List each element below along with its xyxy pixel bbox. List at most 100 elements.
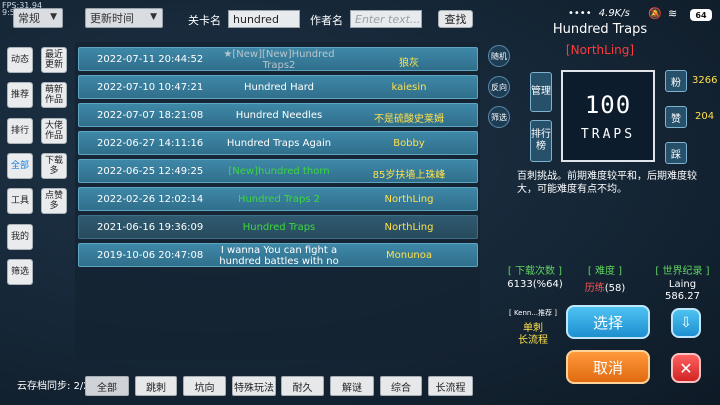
- thumbnail-number: 100: [584, 90, 632, 119]
- cloud-sync-label: 云存档同步:: [17, 381, 71, 392]
- fans-count: 3266: [692, 75, 718, 86]
- level-row[interactable]: 2019-10-06 20:47:08 I wanna You can fight…: [78, 243, 478, 267]
- level-author: Monunoa: [385, 250, 432, 261]
- cloud-sync-status: 云存档同步: 2/2: [17, 377, 90, 392]
- downloads-heading: [ 下载次数 ]: [507, 266, 563, 277]
- author-input[interactable]: Enter text...: [350, 10, 422, 28]
- level-date: 2022-07-07 18:21:08: [97, 110, 204, 121]
- level-row[interactable]: 2021-06-16 19:36:09 Hundred Traps NorthLin…: [78, 215, 478, 239]
- category-item-2[interactable]: 大佬 作品: [41, 118, 67, 144]
- tag-7[interactable]: 长流程: [428, 376, 473, 396]
- author-label: 作者名: [310, 14, 343, 27]
- battery-indicator: 64: [690, 9, 712, 21]
- sort-field-select[interactable]: 更新时间 ▼: [85, 8, 163, 28]
- level-row[interactable]: 2022-07-10 10:47:21 Hundred Hard kaiesin: [78, 75, 478, 99]
- cancel-button[interactable]: 取消: [566, 350, 650, 384]
- sidebar-item-2[interactable]: 排行: [7, 118, 33, 144]
- category-item-1[interactable]: 萌新 作品: [41, 82, 67, 108]
- download-icon[interactable]: ⇩: [671, 308, 701, 338]
- level-author: 不是硫酸史莱姆: [374, 114, 444, 125]
- downloads-value: 6133(%64): [507, 279, 563, 290]
- level-title: I wanna You can fight a hundred battles …: [219, 245, 339, 267]
- like-count: 204: [695, 111, 715, 122]
- level-date: 2022-06-27 14:11:16: [97, 138, 204, 149]
- level-author: kaiesin: [391, 82, 427, 93]
- wifi-icon: ≋: [668, 7, 678, 20]
- level-title: ★[New][New]Hundred Traps2: [223, 49, 335, 71]
- sidebar-item-4[interactable]: 工具: [7, 188, 33, 214]
- dislike-button[interactable]: 踩: [665, 142, 687, 164]
- world-record-time: 586.27: [665, 291, 700, 302]
- world-record-holder: Laing: [668, 279, 697, 290]
- tag-3[interactable]: 特殊玩法: [232, 376, 276, 396]
- level-row[interactable]: 2022-07-11 20:44:52 ★[New][New]Hundred Tr…: [78, 47, 478, 71]
- sidebar-item-1[interactable]: 推荐: [7, 82, 33, 108]
- close-icon[interactable]: ✕: [671, 353, 701, 383]
- level-date: 2021-06-16 19:36:09: [97, 222, 204, 233]
- detail-level-title: Hundred Traps: [552, 22, 648, 37]
- round-button-1[interactable]: 反向: [488, 76, 510, 98]
- sort-mode-select[interactable]: 常规 ▼: [13, 8, 63, 28]
- tag-0[interactable]: 全部: [85, 376, 129, 396]
- level-title: Hundred Traps: [242, 222, 316, 233]
- level-row[interactable]: 2022-07-07 18:21:08 Hundred Needles 不是硫酸史莱…: [78, 103, 478, 127]
- level-author: 狼灰: [399, 58, 419, 69]
- difficulty-count: (58): [604, 283, 626, 294]
- tag-5[interactable]: 解谜: [330, 376, 374, 396]
- search-button[interactable]: 查找: [438, 10, 473, 28]
- tag-1[interactable]: 跳刺: [135, 376, 177, 396]
- level-title: Hundred Traps Again: [226, 138, 332, 149]
- tag-2[interactable]: 坑向: [183, 376, 226, 396]
- level-author: NorthLing: [384, 194, 434, 205]
- level-title: [New]hundred thorn: [228, 166, 330, 177]
- level-title: Hundred Needles: [235, 110, 323, 121]
- mute-icon: 🔕: [648, 7, 662, 20]
- level-row[interactable]: 2022-02-26 12:02:14 Hundred Traps 2 NorthL…: [78, 187, 478, 211]
- level-author: NorthLing: [384, 222, 434, 233]
- like-button[interactable]: 赞: [665, 106, 687, 128]
- level-thumbnail: 100 TRAPS: [561, 70, 655, 162]
- fans-button[interactable]: 粉: [665, 70, 687, 92]
- category-item-0[interactable]: 最近 更新: [41, 47, 67, 73]
- sidebar-item-3[interactable]: 全部: [7, 153, 33, 179]
- difficulty-value: 历练(58): [580, 279, 630, 294]
- sidebar-item-0[interactable]: 动态: [7, 47, 33, 73]
- signal-dots-icon: ••••: [568, 8, 592, 19]
- category-item-3[interactable]: 下载多: [41, 153, 67, 179]
- status-bar: •••• 4.9K/s: [568, 8, 630, 19]
- category-item-4[interactable]: 点赞多: [41, 188, 67, 214]
- difficulty-name: 历练: [584, 283, 605, 294]
- chevron-down-icon: ▼: [50, 12, 57, 22]
- round-button-2[interactable]: 筛选: [488, 106, 510, 128]
- sort-mode-value: 常规: [18, 12, 40, 25]
- tag-4[interactable]: 耐久: [281, 376, 324, 396]
- level-date: 2022-06-25 12:49:25: [97, 166, 204, 177]
- chevron-down-icon: ▼: [150, 12, 157, 22]
- ranking-button[interactable]: 排行榜: [530, 120, 552, 162]
- level-row[interactable]: 2022-06-27 14:11:16 Hundred Traps Again Bo…: [78, 131, 478, 155]
- level-author: 85岁扶墙上珠峰: [372, 170, 446, 181]
- level-name-input[interactable]: hundred: [228, 10, 300, 28]
- level-row[interactable]: 2022-06-25 12:49:25 [New]hundred thorn 85岁…: [78, 159, 478, 183]
- manage-button[interactable]: 管理: [530, 72, 552, 112]
- sort-field-value: 更新时间: [90, 12, 134, 25]
- recommend-label: [ Kenn...推荐 ]: [508, 309, 557, 317]
- level-title: Hundred Hard: [243, 82, 315, 93]
- difficulty-heading: [ 难度 ]: [587, 266, 623, 277]
- level-name-label: 关卡名: [188, 14, 221, 27]
- network-speed: 4.9K/s: [598, 8, 630, 19]
- detail-author[interactable]: [NorthLing]: [520, 43, 680, 57]
- sidebar-item-6[interactable]: 筛选: [7, 259, 33, 285]
- round-button-0[interactable]: 随机: [488, 45, 510, 67]
- sidebar-item-5[interactable]: 我的: [7, 224, 33, 250]
- level-date: 2022-02-26 12:02:14: [97, 194, 204, 205]
- level-description: 百刺挑战。前期难度较平和，后期难度较大，可能难度有点不均。: [517, 171, 697, 195]
- level-date: 2022-07-11 20:44:52: [97, 54, 204, 65]
- select-button[interactable]: 选择: [566, 305, 650, 339]
- world-record-heading: [ 世界纪录 ]: [655, 266, 710, 277]
- level-date: 2019-10-06 20:47:08: [97, 250, 204, 261]
- tag-6[interactable]: 综合: [380, 376, 422, 396]
- level-author: Bobby: [393, 138, 425, 149]
- level-title: Hundred Traps 2: [237, 194, 321, 205]
- recommend-tag-2: 长流程: [518, 335, 548, 346]
